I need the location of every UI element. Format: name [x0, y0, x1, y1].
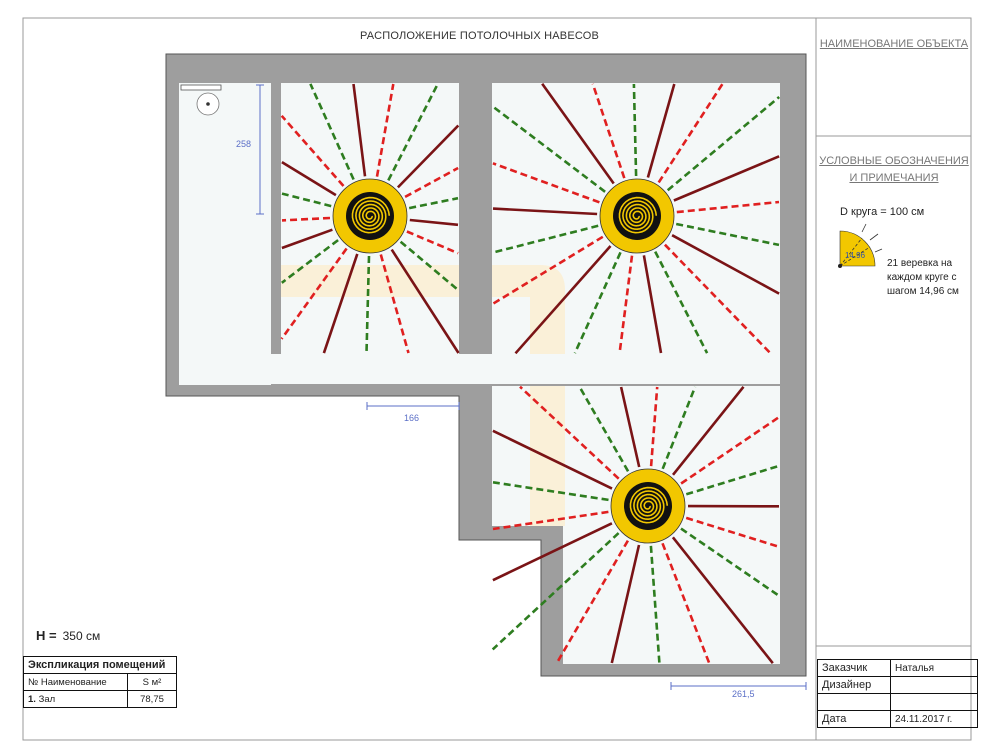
- col-area: S м²: [127, 673, 177, 691]
- height-value: 350 см: [62, 629, 101, 643]
- beam: [281, 265, 459, 297]
- rope-note: 21 веревка на каждом круге с шагом 14,96…: [887, 258, 959, 297]
- table-row: 1. Зал 78,75: [23, 690, 177, 708]
- height-label: H =: [36, 628, 57, 643]
- drawing-title: РАСПОЛОЖЕНИЕ ПОТОЛОЧНЫХ НАВЕСОВ: [360, 30, 600, 42]
- sector-legend: [838, 223, 883, 268]
- dimension-261: 261,5: [732, 689, 755, 699]
- circle-diameter: D круга = 100 см: [840, 206, 925, 218]
- room-narrow: [179, 83, 271, 385]
- explication-table: Экспликация помещений № Наименование S м…: [23, 656, 177, 708]
- drain-icon: [206, 102, 210, 106]
- row-area: 78,75: [127, 690, 177, 708]
- date-value: 24.11.2017 г.: [890, 710, 978, 728]
- object-name: НАИМЕНОВАНИЕ ОБЪЕКТА: [819, 38, 969, 50]
- designer-value: [890, 676, 978, 694]
- ceiling-height: H = 350 см: [36, 628, 100, 643]
- spacer-cell: [890, 693, 978, 711]
- title-block: Заказчик Наталья Дизайнер Дата 24.11.201…: [817, 659, 978, 728]
- dimension-258: 258: [236, 139, 252, 149]
- drawing-sheet: [22, 17, 972, 741]
- row-name: 1. Зал: [23, 690, 128, 708]
- designer-label: Дизайнер: [817, 676, 891, 694]
- spacer-cell: [817, 693, 891, 711]
- legend-title: УСЛОВНЫЕ ОБОЗНАЧЕНИЯ И ПРИМЕЧАНИЯ: [819, 155, 969, 184]
- explication-title: Экспликация помещений: [23, 656, 177, 674]
- customer-label: Заказчик: [817, 659, 891, 677]
- customer-value: Наталья: [890, 659, 978, 677]
- sector-value: 14.96: [845, 251, 866, 260]
- col-name: № Наименование: [23, 673, 128, 691]
- corridor: [271, 354, 780, 384]
- wall-column: [459, 83, 492, 354]
- shelf-icon: [180, 84, 222, 91]
- date-label: Дата: [817, 710, 891, 728]
- dimension-166: 166: [404, 413, 420, 423]
